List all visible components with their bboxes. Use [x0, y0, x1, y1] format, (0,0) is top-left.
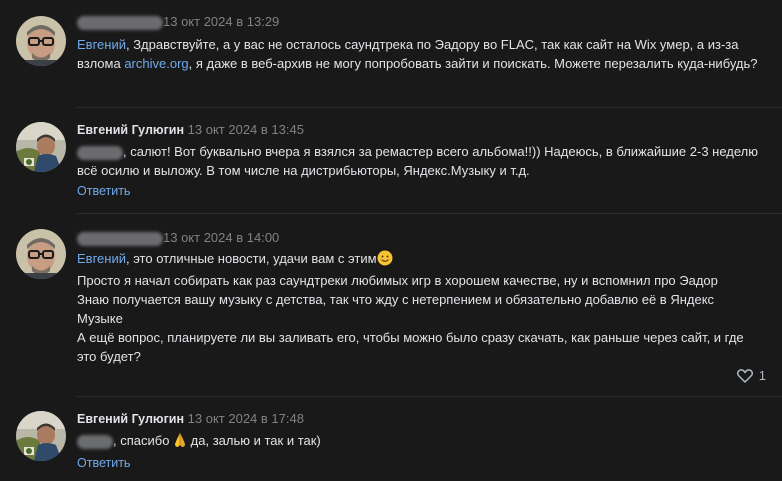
comment-text: Евгений, Здравствуйте, а у вас не остало…	[77, 37, 758, 71]
divider	[77, 107, 782, 108]
avatar[interactable]	[16, 122, 66, 172]
divider	[77, 396, 782, 397]
comment-header: Евгений Гулюгин 13 окт 2024 в 17:48	[77, 411, 304, 427]
comment-date[interactable]: 13 окт 2024 в 14:00	[163, 230, 279, 245]
comment-text: Евгений, это отличные новости, удачи вам…	[77, 250, 744, 364]
author-name[interactable]: Евгений Гулюгин	[77, 123, 184, 137]
comment-text: , спасибо да, залью и так и так)	[77, 431, 772, 453]
like-count: 1	[758, 368, 766, 383]
reply-button[interactable]: Ответить	[77, 184, 130, 198]
reply-to-name-hidden[interactable]	[77, 434, 113, 449]
avatar[interactable]	[16, 411, 66, 461]
comment-header: 13 окт 2024 в 14:00	[77, 230, 279, 246]
avatar-outdoor-man-icon	[16, 411, 66, 461]
author-name-hidden[interactable]	[77, 231, 163, 246]
like-button[interactable]: 1	[736, 368, 766, 384]
folded-hands-emoji-icon	[173, 432, 187, 453]
archive-link[interactable]: archive.org	[124, 56, 188, 71]
avatar[interactable]	[16, 16, 66, 66]
comment-date[interactable]: 13 окт 2024 в 13:29	[163, 14, 279, 29]
avatar-glasses-man-icon	[16, 229, 66, 279]
comment-header: 13 окт 2024 в 13:29	[77, 14, 279, 30]
comment-header: Евгений Гулюгин 13 окт 2024 в 13:45	[77, 122, 304, 138]
avatar-outdoor-man-icon	[16, 122, 66, 172]
mention-link[interactable]: Евгений	[77, 37, 126, 52]
mention-link[interactable]: Евгений	[77, 251, 126, 266]
comment-text: , салют! Вот буквально вчера я взялся за…	[77, 144, 759, 178]
reply-to-name-hidden[interactable]	[77, 145, 123, 160]
heart-icon	[736, 369, 753, 383]
comment-date[interactable]: 13 окт 2024 в 13:45	[188, 122, 304, 137]
comment-date[interactable]: 13 окт 2024 в 17:48	[188, 411, 304, 426]
avatar[interactable]	[16, 229, 66, 279]
avatar-glasses-man-icon	[16, 16, 66, 66]
author-name[interactable]: Евгений Гулюгин	[77, 412, 184, 426]
reply-button[interactable]: Ответить	[77, 456, 130, 470]
divider	[77, 213, 782, 214]
smiling-face-emoji-icon	[377, 250, 393, 271]
author-name-hidden[interactable]	[77, 15, 163, 30]
